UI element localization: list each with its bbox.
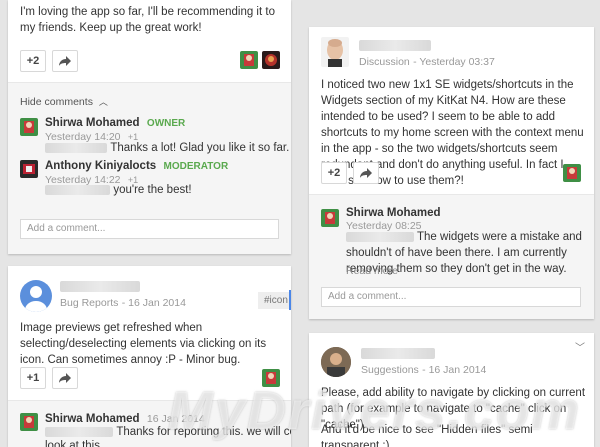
comment-body: you're the best! [45,182,192,198]
redacted-mention [45,426,113,437]
share-button[interactable] [52,50,78,72]
post-card-right-2: Suggestions - 16 Jan 2014 ﹀ Please, add … [309,333,594,447]
post-category[interactable]: Bug Reports [60,297,118,309]
share-button[interactable] [353,162,379,184]
chevron-down-icon[interactable]: ﹀ [575,339,585,354]
read-more-link[interactable]: Read more [346,265,398,277]
redacted-author [60,281,140,292]
comment-body: Thanks a lot! Glad you like it so far. [45,140,289,156]
avatar [20,413,38,431]
post-time: Yesterday 03:37 [419,56,495,68]
avatar [262,369,280,387]
avatar [20,160,38,178]
role-badge: OWNER [146,118,186,129]
avatar [20,280,52,312]
post-body-continued: And it'd be nice to see "Hidden files" s… [321,424,533,447]
add-comment-input[interactable]: Add a comment... [20,219,279,239]
comment-header: Shirwa Mohamed OWNER [45,115,185,129]
comment-header: Anthony Kiniyalocts MODERATOR [45,158,228,172]
post-body: Image previews get refreshed when select… [20,322,267,366]
hide-comments-toggle[interactable]: Hide comments ︿ [20,95,108,108]
share-arrow-icon [59,56,71,66]
post-card-left-1: I'm loving the app so far, I'll be recom… [8,0,291,254]
comment-author[interactable]: Shirwa Mohamed [346,207,441,219]
post-meta: Discussion - Yesterday 03:37 [359,56,495,68]
avatar [20,118,38,136]
post-meta: Suggestions - 16 Jan 2014 [361,364,487,376]
post-card-right-1: Discussion - Yesterday 03:37 I noticed t… [309,27,594,319]
redacted-author [361,348,435,359]
share-button[interactable] [52,367,78,389]
avatar [321,37,349,67]
redacted-mention [346,231,414,242]
post-date: 16 Jan 2014 [428,364,487,376]
comment-header: Shirwa Mohamed 16 Jan 2014 [45,411,205,425]
comment-body-continued: look at this. [45,440,104,447]
post-category[interactable]: Discussion [359,56,410,68]
role-badge: MODERATOR [163,161,229,172]
plus-one-button[interactable]: +2 [20,50,46,72]
avatar [563,164,581,182]
redacted-author [359,40,431,51]
avatar [321,209,339,227]
add-comment-input[interactable]: Add a comment... [321,287,581,307]
comment-author[interactable]: Anthony Kiniyalocts [45,160,156,172]
hide-comments-label: Hide comments [20,96,93,108]
post-body: I'm loving the app so far, I'll be recom… [20,6,275,34]
post-meta: Bug Reports - 16 Jan 2014 [60,297,186,309]
chevron-up-icon: ︿ [98,97,108,107]
post-card-left-2: Bug Reports - 16 Jan 2014 #icon Image pr… [8,266,291,447]
share-arrow-icon [59,373,71,383]
avatar [321,347,351,377]
share-arrow-icon [360,168,372,178]
plus-one-button[interactable]: +1 [20,367,46,389]
avatar [240,51,258,69]
comment-author[interactable]: Shirwa Mohamed [45,117,140,129]
plus-one-button[interactable]: +2 [321,162,347,184]
post-category[interactable]: Suggestions [361,364,419,376]
avatar [262,51,280,69]
post-date: 16 Jan 2014 [128,297,186,309]
active-indicator [289,290,291,310]
hashtag-badge[interactable]: #icon [258,292,291,309]
redacted-mention [45,142,107,153]
redacted-mention [45,184,110,195]
